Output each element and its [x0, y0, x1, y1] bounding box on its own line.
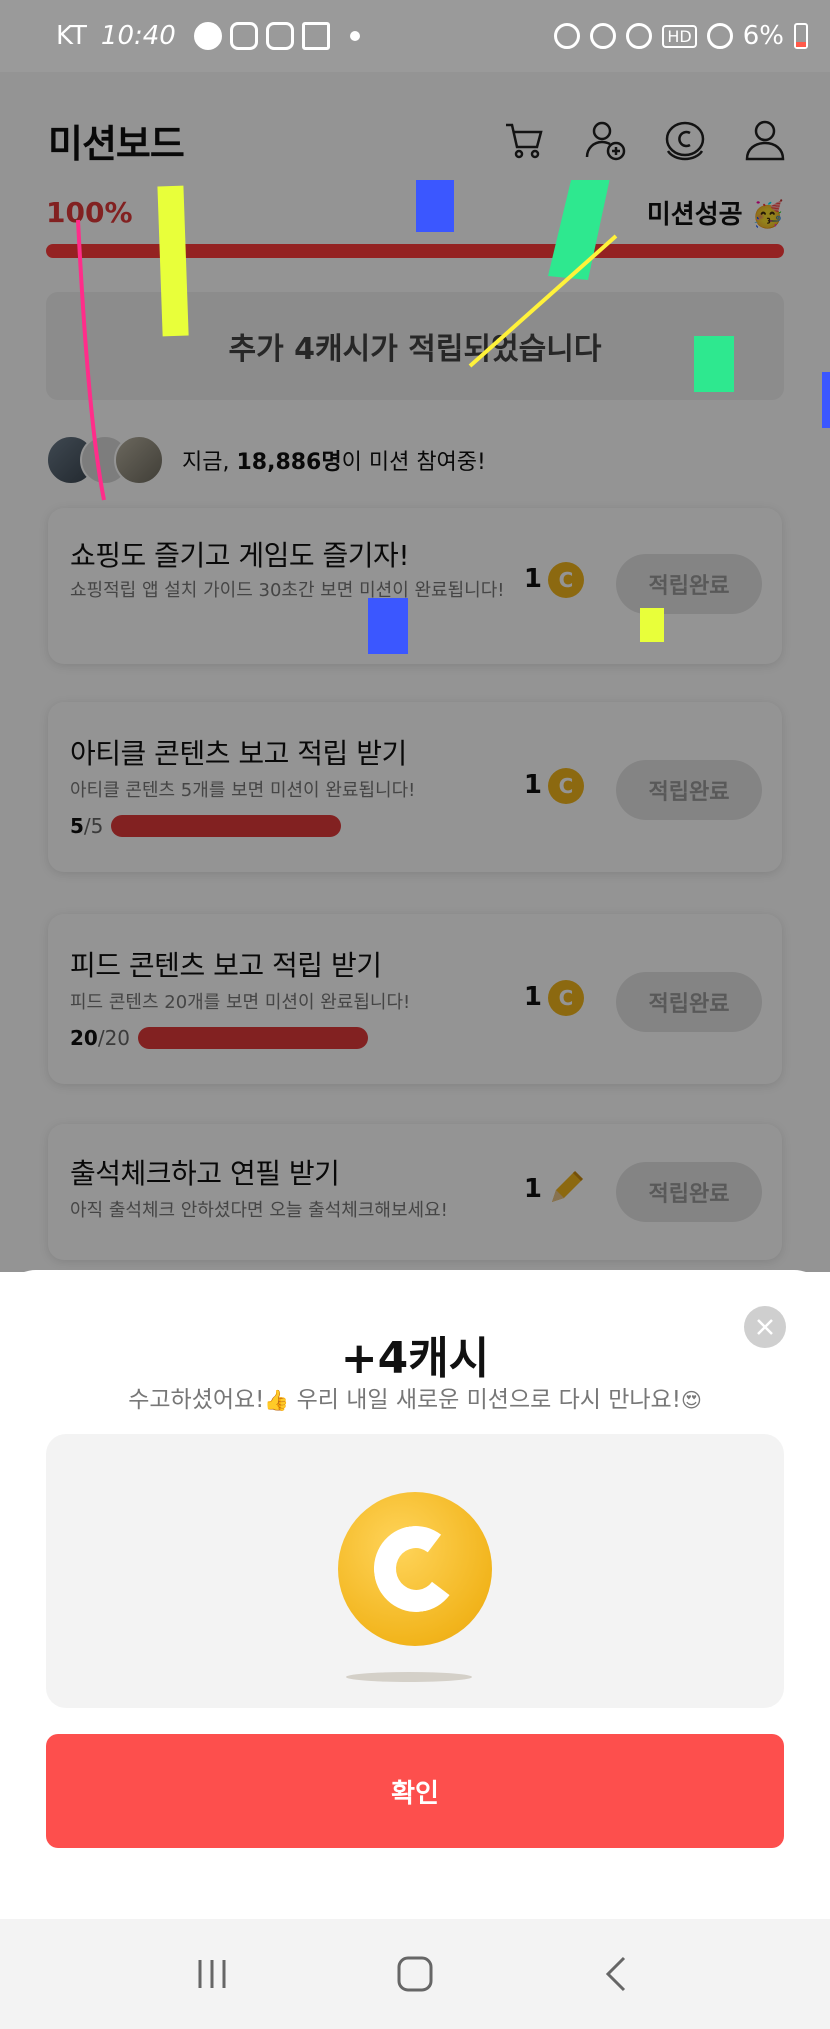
status-time: 10:40	[100, 21, 176, 51]
mission-desc: 아티클 콘텐츠 5개를 보면 미션이 완료됩니다!	[70, 780, 416, 801]
mission-complete-button[interactable]: 적립완료	[616, 972, 762, 1032]
thumbs-up-icon: 👍	[264, 1388, 290, 1412]
heart-eyes-icon: 😍	[680, 1388, 702, 1412]
mission-card[interactable]: 아티클 콘텐츠 보고 적립 받기 아티클 콘텐츠 5개를 보면 미션이 완료됩니…	[48, 702, 782, 872]
mission-title: 아티클 콘텐츠 보고 적립 받기	[70, 737, 407, 770]
confirm-button[interactable]: 확인	[46, 1734, 784, 1848]
coin-icon: C	[548, 562, 584, 598]
status-bar: KT 10:40 HD 6%	[0, 0, 830, 72]
mission-card[interactable]: 쇼핑도 즐기고 게임도 즐기자! 쇼핑적립 앱 설치 가이드 30초간 보면 미…	[48, 508, 782, 664]
mission-progress-bar	[138, 1027, 369, 1049]
participants-count: 18,886명	[236, 450, 342, 475]
home-icon	[397, 1956, 433, 1992]
mission-success-label: 미션성공 🥳	[646, 199, 784, 230]
battery-icon	[794, 23, 808, 49]
mission-complete-button[interactable]: 적립완료	[616, 760, 762, 820]
reward-count: 1	[523, 564, 542, 594]
instagram-icon	[229, 22, 258, 50]
more-notifications-dot	[349, 31, 360, 41]
page-header: 미션보드	[48, 110, 788, 170]
app-notification-icon	[301, 22, 330, 50]
reward-count: 1	[523, 770, 542, 800]
reward-message: 수고하셨어요!👍 우리 내일 새로운 미션으로 다시 만나요!😍	[128, 1387, 702, 1413]
reward-count: 1	[523, 1174, 542, 1204]
pencil-icon	[552, 1170, 584, 1202]
mission-card[interactable]: 출석체크하고 연필 받기 아직 출석체크 안하셨다면 오늘 출석체크해보세요! …	[48, 1124, 782, 1260]
add-friend-icon[interactable]	[582, 117, 628, 163]
mission-progress-row: 100% 미션성공 🥳	[46, 192, 784, 232]
battery-percent: 6%	[742, 21, 784, 51]
hd-voice-badge: HD	[662, 24, 697, 48]
mission-title: 쇼핑도 즐기고 게임도 즐기자!	[70, 539, 410, 572]
home-button[interactable]	[385, 1944, 445, 2004]
mission-progress-bar	[111, 815, 342, 837]
participants-row: 지금, 18,886명이 미션 참여중!	[46, 432, 486, 488]
recent-apps-button[interactable]	[182, 1944, 242, 2004]
recent-apps-icon	[198, 1960, 226, 1988]
mission-title: 피드 콘텐츠 보고 적립 받기	[70, 949, 382, 982]
page-title: 미션보드	[48, 121, 185, 166]
mission-complete-button[interactable]: 적립완료	[616, 554, 762, 614]
back-icon	[606, 1956, 626, 1992]
mission-desc: 쇼핑적립 앱 설치 가이드 30초간 보면 미션이 완료됩니다!	[70, 580, 505, 601]
system-nav-bar	[0, 1919, 830, 2029]
mission-board-page: 미션보드 100% 미션성공 🥳 추가 4캐시가 적립되었습니다 지금, 18,…	[0, 72, 830, 1272]
instagram-icon-2	[265, 22, 294, 50]
mute-icon	[590, 23, 617, 49]
coin-shadow	[346, 1672, 472, 1682]
reward-count: 1	[523, 982, 542, 1012]
progress-percent: 100%	[46, 195, 133, 229]
kakaotalk-icon	[193, 22, 222, 50]
cart-icon[interactable]	[502, 117, 548, 163]
profile-icon[interactable]	[742, 117, 788, 163]
bonus-notice: 추가 4캐시가 적립되었습니다	[46, 292, 784, 400]
carrier-label: KT	[56, 21, 87, 51]
mission-progress-bar	[46, 244, 784, 258]
mission-complete-button[interactable]: 적립완료	[616, 1162, 762, 1222]
avatar	[114, 435, 164, 485]
mission-desc: 피드 콘텐츠 20개를 보면 미션이 완료됩니다!	[70, 992, 411, 1013]
back-button[interactable]	[588, 1944, 648, 2004]
alarm-icon	[554, 23, 581, 49]
coin-illustration-box	[46, 1434, 784, 1708]
participants-text: 지금, 18,886명이 미션 참여중!	[182, 450, 486, 475]
coin-icon: C	[548, 980, 584, 1016]
coin-icon	[338, 1492, 492, 1646]
mission-title: 출석체크하고 연필 받기	[70, 1157, 340, 1190]
reward-bottom-sheet: +4캐시 수고하셨어요!👍 우리 내일 새로운 미션으로 다시 만나요!😍 확인	[0, 1270, 830, 1919]
signal-icon	[706, 23, 733, 49]
mission-desc: 아직 출석체크 안하셨다면 오늘 출석체크해보세요!	[70, 1200, 448, 1221]
wifi-icon	[626, 23, 653, 49]
mission-progress: 5/5	[70, 814, 342, 838]
coin-icon: C	[548, 768, 584, 804]
mission-card[interactable]: 피드 콘텐츠 보고 적립 받기 피드 콘텐츠 20개를 보면 미션이 완료됩니다…	[48, 914, 782, 1084]
reward-amount: +4캐시	[340, 1333, 490, 1384]
cash-coin-icon[interactable]	[662, 117, 708, 163]
mission-progress: 20/20	[70, 1026, 369, 1050]
